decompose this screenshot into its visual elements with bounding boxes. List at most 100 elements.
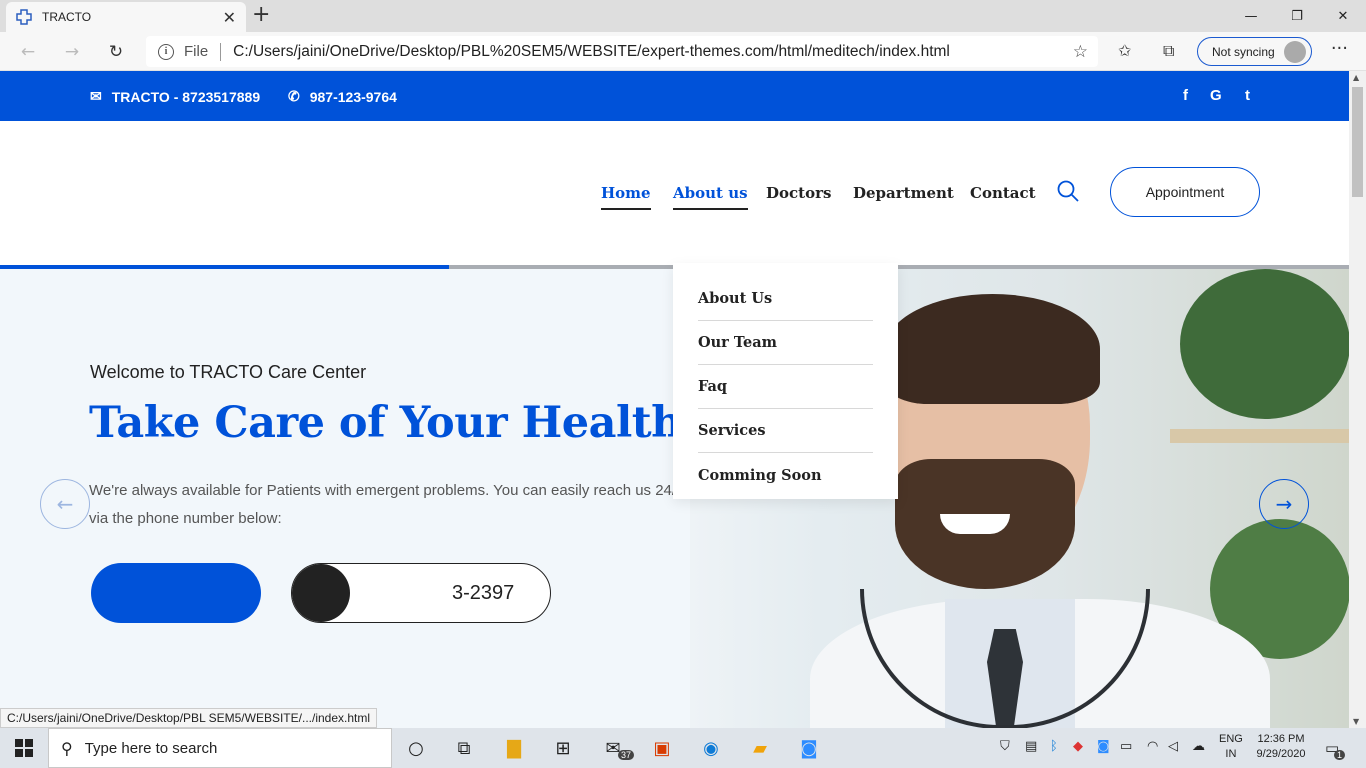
url-field[interactable]: i File C:/Users/jaini/OneDrive/Desktop/P… xyxy=(146,36,1098,67)
language-indicator[interactable]: ENG IN xyxy=(1219,732,1243,762)
link-status-tooltip: C:/Users/jaini/OneDrive/Desktop/PBL SEM5… xyxy=(0,708,378,728)
google-icon[interactable]: G xyxy=(1210,87,1222,104)
window-controls: — ❐ ✕ xyxy=(1228,0,1366,32)
nav-department-label: Department xyxy=(853,184,954,202)
restore-icon[interactable]: ❐ xyxy=(1274,0,1320,32)
nav-contact[interactable]: Contact xyxy=(970,184,1036,202)
info-icon[interactable]: i xyxy=(158,43,174,60)
cortana-icon[interactable]: ○ xyxy=(402,734,430,762)
file-scheme-label: File xyxy=(184,42,222,61)
lang-code: ENG xyxy=(1219,733,1243,745)
weather-icon[interactable]: ☁ xyxy=(1192,739,1205,754)
forward-arrow-icon[interactable]: → xyxy=(60,40,84,64)
collections-icon[interactable]: ⧉ xyxy=(1163,41,1174,61)
office-icon[interactable]: ▣ xyxy=(648,734,676,762)
arrow-right-icon: → xyxy=(1275,492,1293,516)
phone-circle-icon xyxy=(292,564,350,622)
minimize-icon[interactable]: — xyxy=(1228,0,1274,32)
hero-description: We're always available for Patients with… xyxy=(89,482,685,527)
dropdown-item-about-us[interactable]: About Us xyxy=(698,277,873,321)
browser-address-bar: ← → ↻ i File C:/Users/jaini/OneDrive/Des… xyxy=(0,32,1366,71)
app-tray-icon[interactable]: ◆ xyxy=(1073,739,1083,754)
zoom-icon[interactable]: ◙ xyxy=(795,734,823,762)
scroll-thumb[interactable] xyxy=(1352,87,1363,197)
scroll-up-icon[interactable]: ▲ xyxy=(1353,73,1359,82)
shelf xyxy=(1170,429,1349,443)
nav-department[interactable]: Department xyxy=(853,184,954,202)
search-icon[interactable] xyxy=(1057,180,1079,202)
volume-icon[interactable]: ◁ xyxy=(1168,739,1178,754)
appointment-button[interactable]: Appointment xyxy=(1110,167,1260,217)
slider-prev-button[interactable]: ← xyxy=(40,479,90,529)
email-contact[interactable]: ✉ TRACTO - 8723517889 xyxy=(90,88,260,105)
twitter-icon[interactable]: t xyxy=(1245,87,1250,104)
hero-phone-button[interactable]: 3-2397 xyxy=(291,563,551,623)
sublime-icon[interactable]: ▰ xyxy=(746,734,774,762)
about-dropdown-menu: About Us Our Team Faq Services Comming S… xyxy=(673,263,898,499)
close-tab-icon[interactable]: ✕ xyxy=(223,8,236,27)
windows-logo-icon xyxy=(15,739,33,757)
profile-sync-button[interactable]: Not syncing xyxy=(1197,37,1312,66)
wifi-icon[interactable]: ◠ xyxy=(1147,739,1158,754)
nav-home[interactable]: Home xyxy=(601,184,651,210)
store-icon[interactable]: ⊞ xyxy=(549,734,577,762)
dropdown-item-faq[interactable]: Faq xyxy=(698,365,873,409)
dropdown-item-services[interactable]: Services xyxy=(698,409,873,453)
slider-next-button[interactable]: → xyxy=(1259,479,1309,529)
task-view-icon[interactable]: ⧉ xyxy=(450,734,478,762)
phone-icon: ✆ xyxy=(288,88,300,104)
url-text[interactable]: C:/Users/jaini/OneDrive/Desktop/PBL%20SE… xyxy=(233,43,950,61)
bluetooth-icon[interactable]: ᛒ xyxy=(1050,739,1058,754)
security-icon[interactable]: ⛉ xyxy=(1000,739,1010,754)
back-arrow-icon[interactable]: ← xyxy=(16,40,40,64)
phone-contact[interactable]: ✆ 987-123-9764 xyxy=(288,88,397,105)
dropdown-item-our-team[interactable]: Our Team xyxy=(698,321,873,365)
nav-doctors[interactable]: Doctors xyxy=(766,184,831,202)
close-window-icon[interactable]: ✕ xyxy=(1320,0,1366,32)
nav-underline xyxy=(601,208,651,210)
edge-icon[interactable]: ◉ xyxy=(697,734,725,762)
envelope-icon: ✉ xyxy=(90,88,102,104)
hero-primary-button[interactable] xyxy=(91,563,261,623)
battery-icon[interactable]: ▭ xyxy=(1120,739,1132,754)
start-button[interactable] xyxy=(0,728,48,768)
browser-tab[interactable]: TRACTO ✕ xyxy=(6,2,246,32)
facebook-icon[interactable]: f xyxy=(1183,87,1188,104)
doctor-hair xyxy=(885,294,1100,404)
scroll-down-icon[interactable]: ▼ xyxy=(1353,717,1359,726)
taskbar-clock[interactable]: 12:36 PM 9/29/2020 xyxy=(1252,732,1310,762)
file-explorer-icon[interactable]: ▇ xyxy=(500,734,528,762)
favorite-star-icon[interactable]: ☆ xyxy=(1073,42,1088,62)
mail-badge: 37 xyxy=(618,750,635,760)
new-tab-button[interactable]: + xyxy=(252,3,270,27)
email-text: TRACTO - 8723517889 xyxy=(111,88,261,105)
taskbar-search[interactable]: ⚲ Type here to search xyxy=(48,728,392,768)
display-icon[interactable]: ▤ xyxy=(1025,739,1037,754)
nav-about-label: About us xyxy=(673,184,748,202)
page-scrollbar[interactable]: ▲ ▼ xyxy=(1349,71,1366,728)
hero-welcome: Welcome to TRACTO Care Center xyxy=(90,362,367,382)
clock-date: 9/29/2020 xyxy=(1256,748,1306,760)
web-page: ✉ TRACTO - 8723517889 ✆ 987-123-9764 f G… xyxy=(0,71,1349,728)
search-icon: ⚲ xyxy=(61,738,73,758)
refresh-icon[interactable]: ↻ xyxy=(104,40,128,64)
notification-badge: 1 xyxy=(1334,750,1346,760)
dropdown-item-comming-soon[interactable]: Comming Soon xyxy=(698,453,873,497)
favorites-icon[interactable]: ✩ xyxy=(1118,41,1131,60)
nav-home-label: Home xyxy=(601,184,651,202)
clock-time: 12:36 PM xyxy=(1257,733,1305,745)
arrow-left-icon: ← xyxy=(56,492,74,516)
nav-doctors-label: Doctors xyxy=(766,184,832,202)
nav-about-us[interactable]: About us xyxy=(673,184,748,210)
tab-title: TRACTO xyxy=(42,10,92,24)
contact-topbar: ✉ TRACTO - 8723517889 ✆ 987-123-9764 f G… xyxy=(0,71,1349,121)
browser-tab-strip: TRACTO ✕ + — ❐ ✕ xyxy=(0,0,1366,32)
zoom-tray-icon[interactable]: ◙ xyxy=(1097,739,1110,754)
plant xyxy=(1180,269,1349,419)
sync-label: Not syncing xyxy=(1212,44,1275,59)
site-header: Home About us Doctors Department Contact… xyxy=(0,121,1349,265)
nav-underline xyxy=(673,208,748,210)
taskbar-search-placeholder: Type here to search xyxy=(84,739,218,757)
more-menu-icon[interactable]: ··· xyxy=(1331,38,1348,59)
profile-avatar xyxy=(1284,41,1306,63)
